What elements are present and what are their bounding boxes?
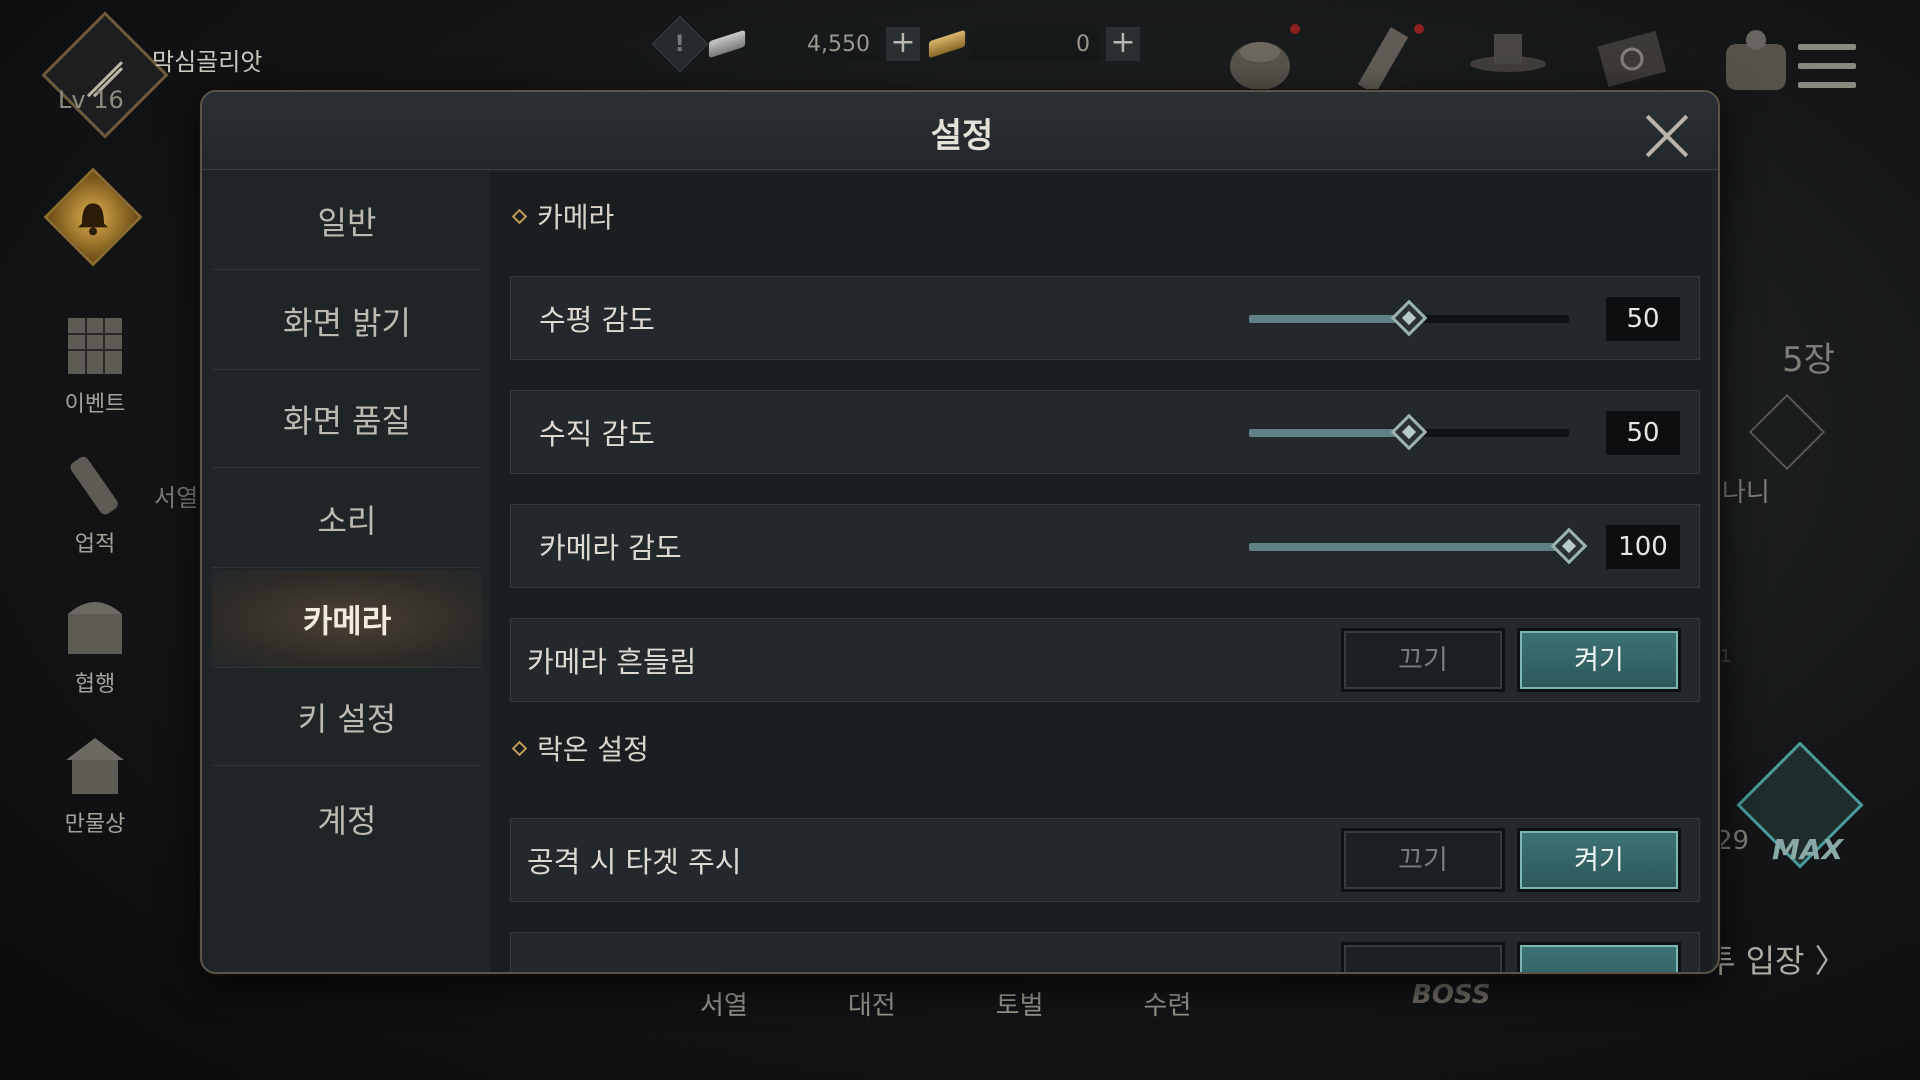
background-count-text: 5장 (1782, 340, 1835, 380)
currency-gold: 0 + (928, 27, 1140, 61)
bottom-tab[interactable]: 서열 (700, 985, 748, 1022)
setting-label: 카메라 흔들림 (527, 645, 697, 679)
target-focus-off-button[interactable]: 끄기 (1341, 828, 1505, 892)
left-menu-label: 업적 (74, 532, 116, 557)
section-title: 락온 설정 (537, 733, 649, 766)
setting-label: 카메라 감도 (539, 531, 682, 565)
silver-ingot-icon (708, 29, 746, 59)
partial-on-button[interactable] (1517, 942, 1681, 972)
background-partial-text: 서열 (154, 484, 199, 512)
camera-sensitivity-slider[interactable] (1249, 527, 1588, 565)
alert-icon[interactable]: ! (651, 15, 709, 73)
slider-value: 50 (1606, 297, 1680, 341)
background-number-text: 29 (1716, 826, 1750, 856)
bell-icon (43, 167, 143, 267)
left-menu-label: 협행 (74, 672, 116, 697)
diamond-bullet-icon (511, 208, 528, 224)
top-icons (1220, 24, 1796, 95)
slider-fill (1249, 543, 1569, 551)
setting-row-camera-shake: 카메라 흔들림 끄기 켜기 (510, 618, 1700, 702)
currency-value: 0 (970, 27, 1100, 61)
scroll-icon[interactable] (1344, 24, 1424, 95)
currency-silver: 4,550 + (708, 27, 920, 61)
setting-row-target-focus: 공격 시 타겟 주시 끄기 켜기 (510, 818, 1700, 902)
gold-ingot-icon (928, 29, 966, 59)
slider-fill (1249, 429, 1409, 437)
tab-general[interactable]: 일반 (212, 172, 482, 270)
setting-row-vertical-sensitivity: 수직 감도 50 (510, 390, 1700, 474)
player-name: 막심골리앗 (152, 48, 263, 76)
bottom-tabs: 서열 대전 토벌 수련 (700, 985, 1191, 1022)
slider-value: 100 (1606, 525, 1680, 569)
tab-account[interactable]: 계정 (212, 770, 482, 868)
tab-brightness[interactable]: 화면 밝기 (212, 272, 482, 370)
add-currency-button[interactable]: + (1106, 27, 1140, 61)
slider-fill (1249, 315, 1409, 323)
coin-pouch-icon[interactable] (1220, 24, 1300, 94)
player-level: Lv 16 (58, 86, 124, 114)
book-icon[interactable] (1592, 24, 1672, 94)
tab-quality[interactable]: 화면 품질 (212, 370, 482, 468)
setting-label: 수평 감도 (539, 303, 655, 337)
slider-thumb[interactable] (1390, 413, 1428, 451)
add-currency-button[interactable]: + (886, 27, 920, 61)
currency-bar: ! 4,550 + 0 + (651, 15, 1140, 73)
camera-shake-on-button[interactable]: 켜기 (1517, 628, 1681, 692)
settings-sidebar: 일반 화면 밝기 화면 품질 소리 카메라 키 설정 계정 (212, 172, 482, 972)
notification-dot (1290, 24, 1300, 34)
settings-modal: 설정 일반 화면 밝기 화면 품질 소리 카메라 키 설정 계정 카메라 수평 … (200, 90, 1720, 974)
target-focus-on-button[interactable]: 켜기 (1517, 828, 1681, 892)
horizontal-sensitivity-slider[interactable] (1249, 299, 1569, 337)
boss-label: BOSS (1412, 980, 1491, 1010)
modal-header: 설정 (202, 92, 1718, 170)
section-camera: 카메라 (511, 196, 615, 236)
tab-sound[interactable]: 소리 (212, 470, 482, 568)
profile-emblem-icon (41, 11, 169, 139)
left-menu-label: 이벤트 (64, 392, 126, 417)
enter-battle-link[interactable]: 투 입장 〉 (1706, 936, 1847, 982)
section-title: 카메라 (537, 201, 615, 234)
vertical-sensitivity-slider[interactable] (1249, 413, 1569, 451)
diamond-bullet-icon (511, 740, 528, 756)
hat-icon[interactable] (1468, 24, 1548, 94)
setting-row-partial (510, 932, 1700, 972)
tab-key-settings[interactable]: 키 설정 (212, 668, 482, 766)
bottom-tab[interactable]: 토벌 (996, 985, 1044, 1022)
section-lockon: 락온 설정 (511, 728, 649, 768)
slider-thumb[interactable] (1390, 299, 1428, 337)
currency-value: 4,550 (750, 27, 880, 61)
bundle-icon[interactable] (1716, 24, 1796, 94)
setting-row-horizontal-sensitivity: 수평 감도 50 (510, 276, 1700, 360)
bottom-tab[interactable]: 대전 (848, 985, 896, 1022)
slider-value: 50 (1606, 411, 1680, 455)
left-menu-label: 만물상 (64, 812, 126, 837)
camera-shake-off-button[interactable]: 끄기 (1341, 628, 1505, 692)
notification-dot (1414, 24, 1424, 34)
hamburger-menu-icon[interactable] (1798, 44, 1856, 101)
setting-label: 공격 시 타겟 주시 (527, 845, 742, 879)
bottom-tab[interactable]: 수련 (1144, 985, 1192, 1022)
slider-thumb[interactable] (1550, 527, 1588, 565)
close-icon[interactable] (1644, 112, 1690, 158)
modal-title: 설정 (930, 116, 994, 156)
partial-off-button[interactable] (1341, 942, 1505, 972)
setting-row-camera-sensitivity: 카메라 감도 100 (510, 504, 1700, 588)
background-partial-text: 나니 (1722, 478, 1770, 508)
setting-label: 수직 감도 (539, 417, 655, 451)
tab-camera[interactable]: 카메라 (212, 570, 482, 668)
diamond-gem-icon (1748, 393, 1826, 471)
background-partial-text: 1 (1720, 646, 1732, 667)
max-badge-label: MAX (1772, 833, 1844, 866)
settings-content: 카메라 수평 감도 50 수직 감도 50 카메라 감도 100 카메라 흔들림… (490, 172, 1712, 972)
